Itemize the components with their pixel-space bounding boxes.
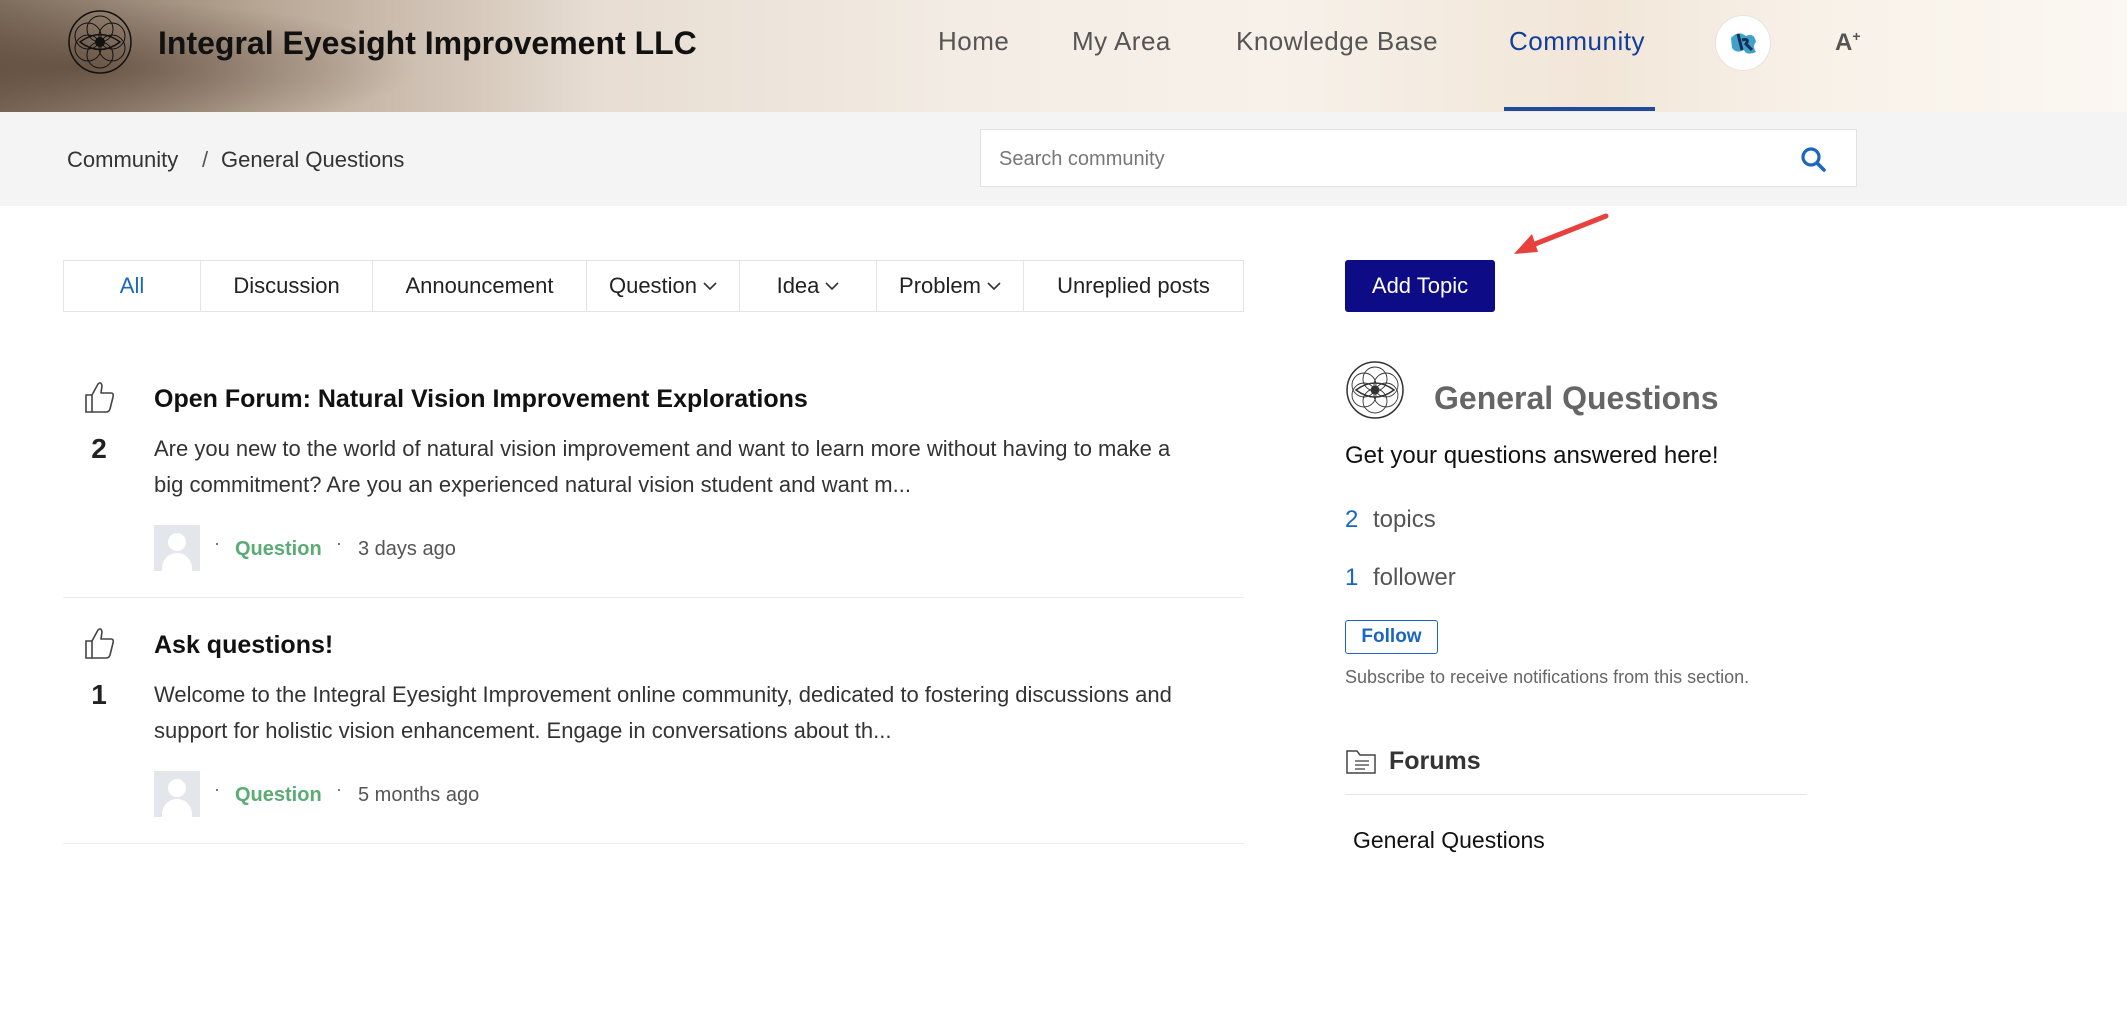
tab-question[interactable]: Question [587, 261, 740, 311]
search-box [980, 129, 1857, 187]
add-topic-button[interactable]: Add Topic [1345, 260, 1495, 312]
breadcrumb-community[interactable]: Community [67, 147, 178, 173]
chevron-down-icon [987, 282, 1001, 291]
tab-all[interactable]: All [64, 261, 201, 311]
document-icon [1346, 750, 1376, 774]
topic-timestamp: 3 days ago [358, 538, 456, 560]
active-nav-indicator [1504, 107, 1655, 111]
vote-count: 1 [91, 679, 107, 710]
topic-type-badge[interactable]: Question [235, 538, 322, 561]
nav-community[interactable]: Community [1509, 26, 1645, 57]
forum-description: Get your questions answered here! [1345, 442, 1719, 469]
forums-heading: Forums [1389, 747, 1481, 775]
user-avatar[interactable] [1715, 15, 1771, 71]
thumbs-up-icon[interactable] [83, 380, 115, 414]
topic-filter-tabs: All Discussion Announcement Question Ide… [63, 260, 1244, 312]
tab-unreplied-posts[interactable]: Unreplied posts [1024, 261, 1243, 311]
topic-excerpt: Are you new to the world of natural visi… [154, 436, 1171, 497]
author-avatar[interactable] [154, 525, 200, 571]
topic-type-badge[interactable]: Question [235, 784, 322, 807]
nav-home[interactable]: Home [938, 26, 1009, 57]
chevron-down-icon [703, 282, 717, 291]
search-icon[interactable] [1800, 146, 1826, 172]
font-size-icon[interactable]: A+ [1835, 28, 1861, 57]
topics-label: topics [1373, 506, 1436, 533]
divider [1345, 794, 1807, 795]
topic-excerpt: Welcome to the Integral Eyesight Improve… [154, 682, 1172, 743]
nav-my-area[interactable]: My Area [1072, 26, 1171, 57]
tab-problem[interactable]: Problem [877, 261, 1024, 311]
follow-button[interactable]: Follow [1345, 620, 1438, 654]
forum-eye-logo-icon [1346, 361, 1404, 419]
thumbs-up-icon[interactable] [83, 626, 115, 660]
follow-note: Subscribe to receive notifications from … [1345, 667, 1750, 687]
vote-count: 2 [91, 433, 107, 464]
followers-count: 1 [1345, 564, 1359, 591]
tab-discussion[interactable]: Discussion [201, 261, 373, 311]
site-header: Integral Eyesight Improvement LLC Home M… [0, 0, 2127, 112]
topic-timestamp: 5 months ago [358, 784, 480, 806]
chevron-down-icon [825, 282, 839, 291]
search-input[interactable] [997, 144, 1781, 174]
divider [63, 597, 1244, 598]
breadcrumb-separator: / [202, 147, 209, 172]
eye-logo-icon[interactable] [67, 9, 133, 75]
tab-idea[interactable]: Idea [740, 261, 877, 311]
followers-label: follower [1373, 564, 1456, 591]
red-arrow-annotation-icon [1514, 213, 1609, 254]
divider [63, 843, 1244, 844]
brand-name[interactable]: Integral Eyesight Improvement LLC [158, 25, 697, 62]
forum-link-general-questions[interactable]: General Questions [1353, 827, 1545, 854]
topic-title[interactable]: Ask questions! [154, 631, 333, 660]
breadcrumb-current: General Questions [221, 147, 405, 172]
topics-count: 2 [1345, 506, 1359, 533]
author-avatar[interactable] [154, 771, 200, 817]
user-avatar-icon [1731, 33, 1756, 54]
forum-title: General Questions [1434, 380, 1719, 416]
nav-knowledge-base[interactable]: Knowledge Base [1236, 26, 1438, 57]
topic-title[interactable]: Open Forum: Natural Vision Improvement E… [154, 385, 808, 414]
tab-announcement[interactable]: Announcement [373, 261, 587, 311]
